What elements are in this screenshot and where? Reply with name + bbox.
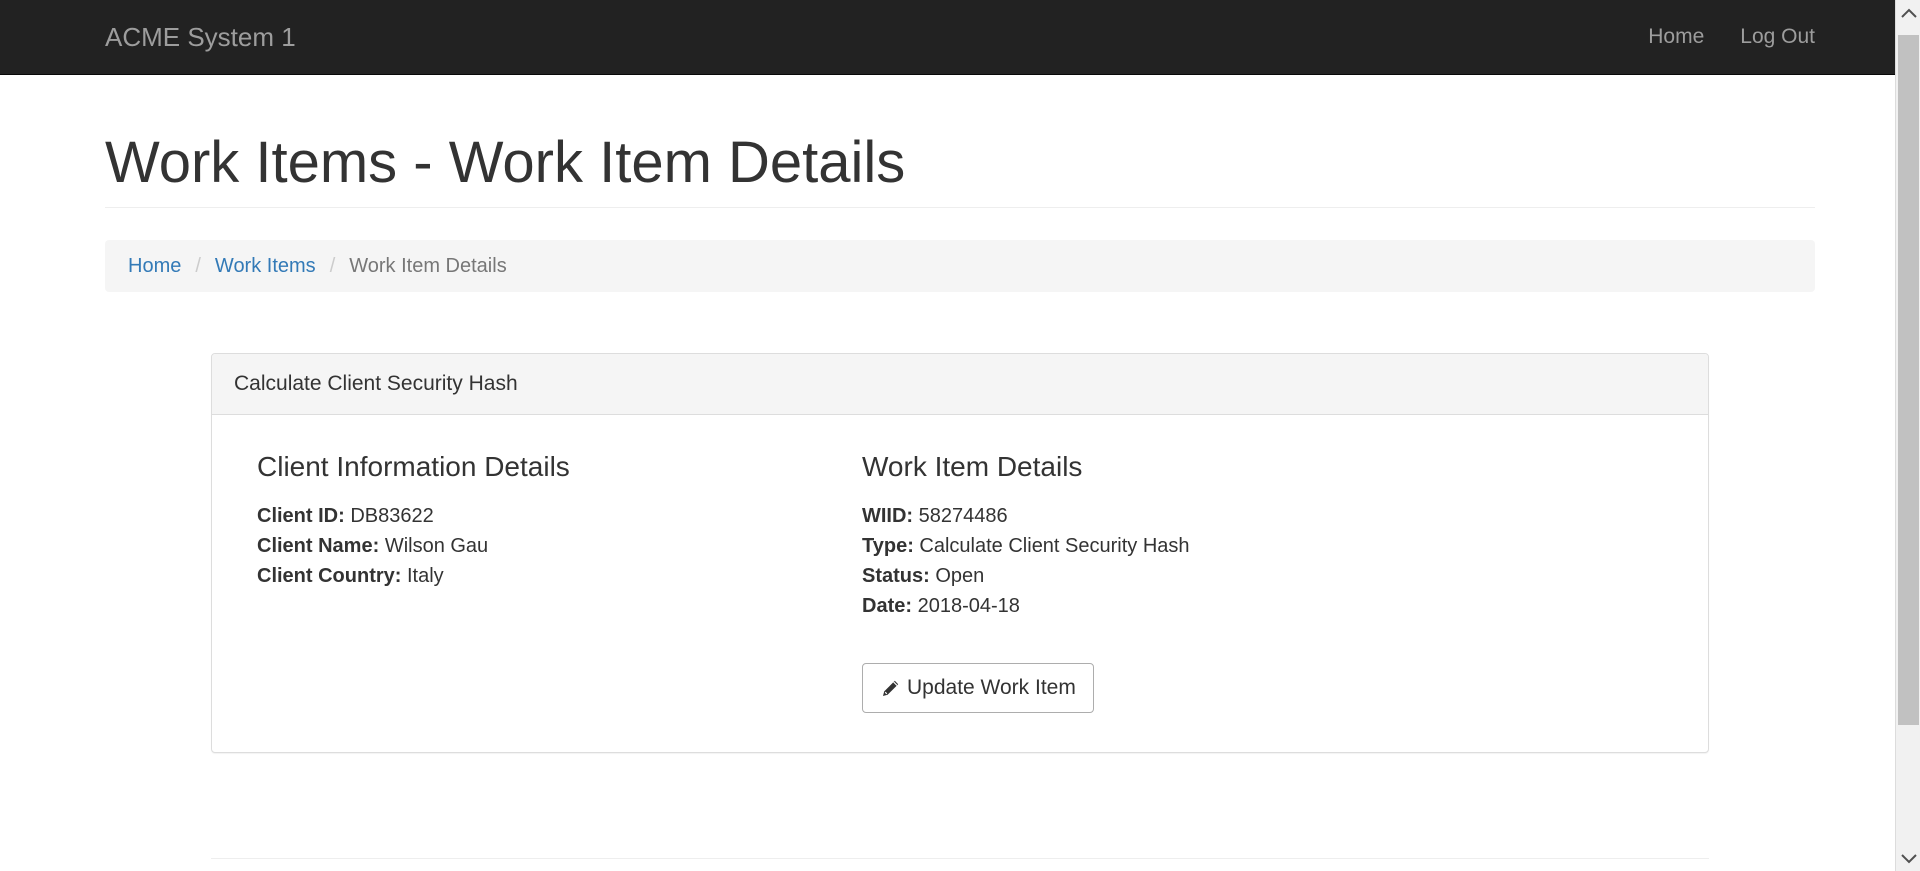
date-field: Date: 2018-04-18 bbox=[862, 591, 1190, 621]
brand-link[interactable]: ACME System 1 bbox=[105, 0, 296, 74]
field-label: WIID: bbox=[862, 505, 914, 527]
client-info-fields: Client ID: DB83622 Client Name: Wilson G… bbox=[257, 501, 488, 591]
breadcrumb-separator: / bbox=[195, 254, 201, 277]
breadcrumb-current: Work Item Details bbox=[349, 254, 507, 277]
wiid-field: WIID: 58274486 bbox=[862, 501, 1190, 531]
client-country-field: Client Country: Italy bbox=[257, 561, 488, 591]
scrollbar-thumb[interactable] bbox=[1898, 35, 1919, 725]
breadcrumb-home-link[interactable]: Home bbox=[128, 255, 181, 278]
update-button-label: Update Work Item bbox=[907, 676, 1076, 699]
field-label: Date: bbox=[862, 595, 913, 617]
breadcrumb-separator: / bbox=[329, 254, 336, 277]
field-label: Type: bbox=[862, 535, 914, 557]
status-field: Status: Open bbox=[862, 561, 1190, 591]
client-info-title: Client Information Details bbox=[257, 451, 570, 482]
type-value: Calculate Client Security Hash bbox=[919, 535, 1190, 557]
panel-heading: Calculate Client Security Hash bbox=[212, 354, 1708, 415]
type-field: Type: Calculate Client Security Hash bbox=[862, 531, 1190, 561]
vertical-scrollbar[interactable] bbox=[1895, 0, 1920, 871]
client-id-field: Client ID: DB83622 bbox=[257, 501, 488, 531]
page-title: Work Items - Work Item Details bbox=[105, 130, 906, 195]
client-name-field: Client Name: Wilson Gau bbox=[257, 531, 488, 561]
status-value: Open bbox=[935, 565, 985, 587]
date-value: 2018-04-18 bbox=[917, 595, 1020, 617]
update-work-item-button[interactable]: Update Work Item bbox=[862, 663, 1094, 713]
client-name-value: Wilson Gau bbox=[384, 535, 489, 557]
scroll-up-arrow-icon[interactable] bbox=[1896, 0, 1920, 25]
pencil-icon bbox=[880, 677, 902, 699]
field-label: Status: bbox=[862, 565, 930, 587]
work-item-fields: WIID: 58274486 Type: Calculate Client Se… bbox=[862, 501, 1190, 621]
client-country-value: Italy bbox=[407, 565, 444, 587]
field-label: Client Name: bbox=[257, 535, 380, 557]
page-header: Work Items - Work Item Details bbox=[105, 120, 1815, 208]
page: ACME System 1 Home Log Out Work Items - … bbox=[0, 0, 1920, 871]
footer-divider bbox=[211, 858, 1709, 859]
nav-logout-link[interactable]: Log Out bbox=[1722, 0, 1815, 74]
work-item-title: Work Item Details bbox=[862, 451, 1083, 482]
wiid-value: 58274486 bbox=[918, 505, 1008, 527]
top-navbar: ACME System 1 Home Log Out bbox=[0, 0, 1895, 75]
scroll-down-arrow-icon[interactable] bbox=[1896, 846, 1920, 871]
breadcrumb: Home / Work Items / Work Item Details bbox=[105, 240, 1815, 292]
work-item-panel: Calculate Client Security Hash Client In… bbox=[211, 353, 1709, 753]
field-label: Client ID: bbox=[257, 505, 345, 527]
nav-home-link[interactable]: Home bbox=[1630, 0, 1722, 74]
field-label: Client Country: bbox=[257, 565, 402, 587]
client-id-value: DB83622 bbox=[350, 505, 434, 527]
breadcrumb-work-items-link[interactable]: Work Items bbox=[215, 255, 316, 278]
panel-body: Client Information Details Client ID: DB… bbox=[212, 415, 1708, 752]
navbar-links: Home Log Out bbox=[1630, 0, 1815, 74]
